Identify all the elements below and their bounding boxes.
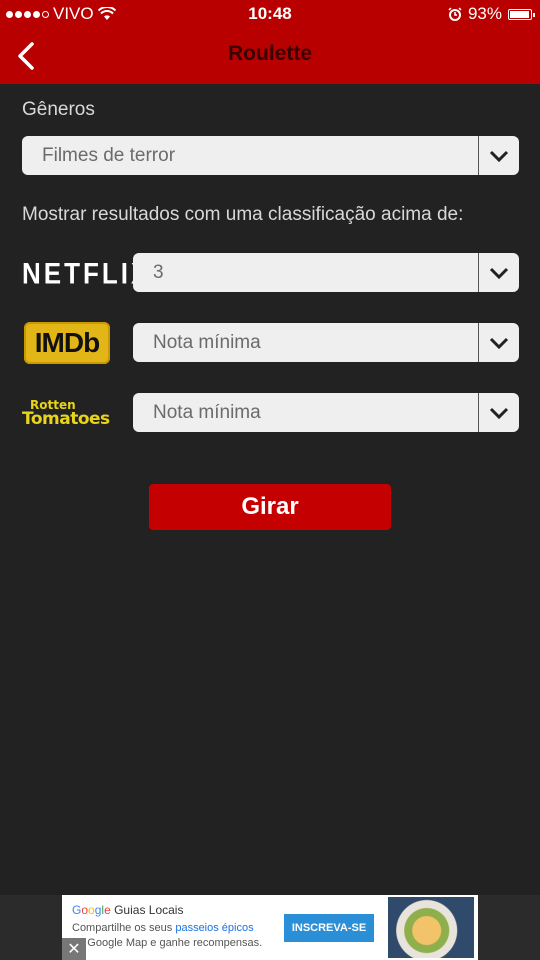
chevron-down-icon [489,337,509,349]
ad-line1-highlight: passeios épicos [175,922,254,934]
imdb-dropdown-toggle[interactable] [478,323,519,362]
ad-signup-button[interactable]: INSCREVA-SE [284,914,374,942]
page-title: Roulette [228,42,312,65]
ad-brand-letter: e [104,903,111,917]
chevron-down-icon [489,150,509,162]
rotten-tomatoes-logo-line2: Tomatoes [22,409,110,429]
spin-button[interactable]: Girar [149,484,391,530]
imdb-rating-value: Nota mínima [153,332,261,353]
battery-fill [510,10,529,18]
ad-banner[interactable]: Google Guias Locais Compartilhe os seus … [62,895,478,960]
rotten-tomatoes-dropdown-toggle[interactable] [478,393,519,432]
battery-icon [508,8,535,20]
ad-brand: Google Guias Locais [72,903,183,917]
battery-percentage: 93% [467,4,502,23]
netflix-dropdown-toggle[interactable] [478,253,519,292]
ad-line2: no Google Map e ganhe recompensas. [72,937,263,949]
netflix-rating-select[interactable]: 3 [133,253,519,292]
imdb-logo: IMDb [24,322,110,364]
genres-select[interactable]: Filmes de terror [22,136,519,175]
nav-bar: Roulette [0,28,540,84]
ad-brand-suffix: Guias Locais [110,903,184,917]
netflix-rating-value: 3 [153,262,164,283]
imdb-rating-select[interactable]: Nota mínima [133,323,519,362]
chevron-down-icon [489,267,509,279]
netflix-logo: NETFLIX [22,256,152,291]
ad-food-image [388,897,474,958]
rotten-tomatoes-logo: Rotten Tomatoes [22,398,114,430]
rating-threshold-label: Mostrar resultados com uma classificação… [22,204,464,225]
status-bar: VIVO 10:48 93% [0,0,540,28]
alarm-icon [448,7,462,21]
rotten-tomatoes-rating-select[interactable]: Nota mínima [133,393,519,432]
status-right: 93% [448,4,535,24]
ad-brand-letter: o [88,903,95,917]
genres-label: Gêneros [22,99,95,120]
ad-brand-letter: G [72,903,82,917]
genres-select-value: Filmes de terror [42,145,176,166]
genres-dropdown-toggle[interactable] [478,136,519,175]
chevron-down-icon [489,407,509,419]
ad-line1-prefix: Compartilhe os seus [72,922,176,934]
rotten-tomatoes-rating-value: Nota mínima [153,402,261,423]
ad-close-button[interactable]: ✕ [62,938,86,960]
ad-description: Compartilhe os seus passeios épicos no G… [72,921,282,951]
